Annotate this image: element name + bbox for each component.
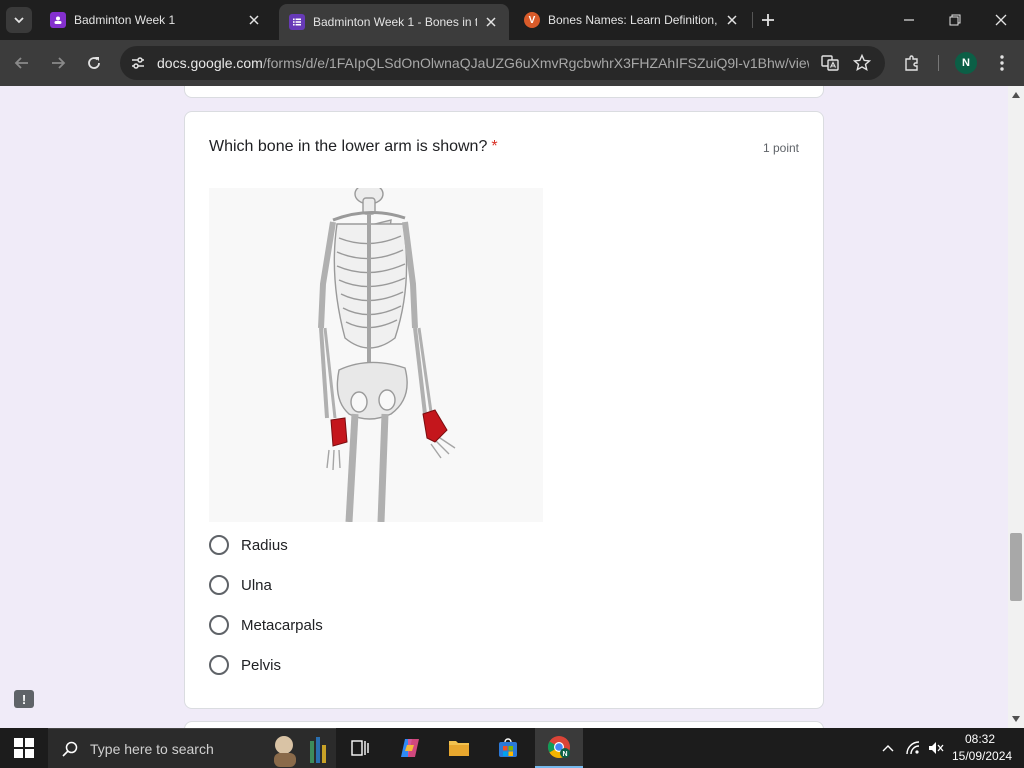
taskbar-clock[interactable]: 08:32 15/09/2024 xyxy=(952,731,1013,765)
required-asterisk: * xyxy=(491,138,498,155)
minimize-button[interactable] xyxy=(899,10,919,30)
tab-search-button[interactable] xyxy=(6,7,32,33)
close-tab-icon[interactable] xyxy=(246,12,262,28)
option-label: Ulna xyxy=(241,576,272,594)
scrollbar-thumb[interactable] xyxy=(1010,533,1022,601)
toolbar-divider xyxy=(938,55,939,71)
option-pelvis[interactable]: Pelvis xyxy=(209,653,281,677)
address-bar[interactable]: docs.google.com/forms/d/e/1FAIpQLSdOnOlw… xyxy=(120,46,885,80)
network-icon[interactable] xyxy=(905,740,921,756)
clock-date: 15/09/2024 xyxy=(952,749,1013,763)
menu-kebab-icon[interactable] xyxy=(991,52,1013,74)
profile-avatar[interactable]: N xyxy=(955,52,977,74)
search-placeholder: Type here to search xyxy=(90,740,214,757)
tab-strip: Badminton Week 1 Badminton Week 1 - Bone… xyxy=(0,0,1024,40)
previous-question-card xyxy=(184,86,824,98)
question-text: Which bone in the lower arm is shown? xyxy=(209,138,488,155)
url-path: /forms/d/e/1FAIpQLSdOnOlwnaQJaUZG6uXmvRg… xyxy=(262,55,809,71)
classroom-favicon-icon xyxy=(50,12,66,28)
folder-icon xyxy=(449,741,469,756)
option-label: Metacarpals xyxy=(241,616,323,634)
vedantu-favicon-icon: V xyxy=(524,12,540,28)
arrow-right-icon xyxy=(52,57,66,69)
chrome-taskbar-button[interactable]: N xyxy=(535,728,583,768)
show-hidden-icons-chevron-icon[interactable] xyxy=(880,740,896,756)
tab-badminton-classroom[interactable]: Badminton Week 1 xyxy=(40,6,272,34)
radio-button[interactable] xyxy=(209,575,229,595)
svg-text:N: N xyxy=(562,751,567,758)
task-view-button[interactable] xyxy=(338,728,382,768)
scroll-down-arrow-icon[interactable] xyxy=(1011,714,1021,724)
option-radius[interactable]: Radius xyxy=(209,533,288,557)
forward-button[interactable] xyxy=(47,52,69,74)
minimize-icon xyxy=(904,19,914,21)
file-explorer-button[interactable] xyxy=(437,728,481,768)
store-icon xyxy=(499,738,517,757)
restore-button[interactable] xyxy=(945,10,965,30)
windows-start-icon[interactable] xyxy=(14,738,34,758)
question-points: 1 point xyxy=(762,141,799,155)
skeleton-illustration xyxy=(209,183,543,523)
question-card: Which bone in the lower arm is shown? * 1… xyxy=(184,111,824,709)
back-button[interactable] xyxy=(11,52,33,74)
close-tab-icon[interactable] xyxy=(483,14,499,30)
clock-time: 08:32 xyxy=(964,732,996,746)
highlight-bone-left xyxy=(330,417,348,447)
bookmark-star-icon[interactable] xyxy=(852,53,872,73)
question-title: Which bone in the lower arm is shown? * xyxy=(209,138,498,156)
new-tab-button[interactable] xyxy=(758,10,778,30)
copilot-button[interactable] xyxy=(388,728,432,768)
option-metacarpals[interactable]: Metacarpals xyxy=(209,613,323,637)
tab-badminton-form[interactable]: Badminton Week 1 - Bones in th xyxy=(279,4,509,40)
url-text: docs.google.com/forms/d/e/1FAIpQLSdOnOlw… xyxy=(157,55,809,71)
reload-icon xyxy=(88,57,100,69)
windows-taskbar: Type here to search N 08:32 15/09/2024 xyxy=(0,728,1024,768)
option-label: Radius xyxy=(241,536,288,554)
tab-bones-names[interactable]: V Bones Names: Learn Definition, xyxy=(514,6,750,34)
radio-button[interactable] xyxy=(209,535,229,555)
speaker-muted-icon[interactable] xyxy=(928,740,944,756)
close-tab-icon[interactable] xyxy=(724,12,740,28)
form-viewport: Which bone in the lower arm is shown? * 1… xyxy=(0,86,1008,728)
tab-title: Badminton Week 1 - Bones in th xyxy=(313,15,477,29)
tab-title: Badminton Week 1 xyxy=(74,13,176,27)
option-ulna[interactable]: Ulna xyxy=(209,573,272,597)
close-icon xyxy=(995,14,1007,26)
restore-icon xyxy=(949,14,961,26)
report-feedback-icon[interactable]: ! xyxy=(14,690,34,708)
extensions-icon[interactable] xyxy=(901,52,923,74)
close-window-button[interactable] xyxy=(991,10,1011,30)
tab-separator xyxy=(752,12,753,28)
radio-button[interactable] xyxy=(209,655,229,675)
page-scrollbar[interactable] xyxy=(1008,86,1024,728)
arrow-left-icon xyxy=(14,57,28,69)
search-icon xyxy=(62,741,78,757)
site-info-icon[interactable] xyxy=(128,53,148,73)
translate-icon[interactable] xyxy=(820,53,840,73)
plus-icon xyxy=(762,14,774,26)
copilot-icon xyxy=(401,739,419,757)
radio-button[interactable] xyxy=(209,615,229,635)
next-question-card xyxy=(184,721,824,728)
option-label: Pelvis xyxy=(241,656,282,674)
taskbar-search-box[interactable]: Type here to search xyxy=(48,728,336,768)
browser-toolbar: docs.google.com/forms/d/e/1FAIpQLSdOnOlw… xyxy=(0,40,1024,86)
tab-title: Bones Names: Learn Definition, xyxy=(548,13,718,27)
search-highlight-illustration-icon xyxy=(274,736,326,767)
scroll-up-arrow-icon[interactable] xyxy=(1011,90,1021,100)
task-view-icon xyxy=(351,740,369,756)
forms-favicon-icon xyxy=(289,14,305,30)
microsoft-store-button[interactable] xyxy=(486,728,530,768)
skeleton-image xyxy=(209,183,543,523)
chrome-icon: N xyxy=(548,736,570,758)
chevron-down-icon xyxy=(14,17,24,24)
url-host: docs.google.com xyxy=(157,55,263,71)
reload-button[interactable] xyxy=(83,52,105,74)
